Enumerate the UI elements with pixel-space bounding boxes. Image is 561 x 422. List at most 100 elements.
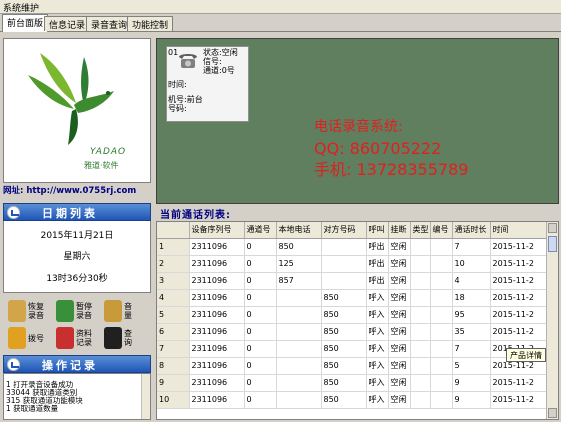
line-card-01[interactable]: 01 状态:空闲 信号: 通道:0号 时间: 机号:前台 号码:: [166, 46, 249, 122]
check-icon: [7, 206, 20, 219]
table-cell: 空闲: [388, 391, 411, 409]
restore-recording-button[interactable]: 恢复录音: [8, 299, 54, 325]
log-scrollbar[interactable]: [141, 374, 150, 419]
column-header[interactable]: 呼叫: [366, 222, 389, 239]
column-header[interactable]: 对方号码: [321, 222, 367, 239]
table-cell: [410, 391, 431, 409]
table-cell: 2015-11-2: [490, 238, 549, 256]
table-cell: [430, 391, 453, 409]
table-cell: [276, 323, 322, 341]
table-cell: [410, 357, 431, 375]
tab-function-control[interactable]: 功能控制: [127, 16, 174, 31]
table-cell: [410, 306, 431, 324]
table-row[interactable]: 1 2311096 0 850 呼出 空闲 7 2015-11-2: [157, 238, 549, 256]
bird-logo-icon: [28, 53, 114, 145]
call-list-table[interactable]: 设备序列号 通道号 本地电话 对方号码 呼叫 挂断 类型 编号 通话时长 时间 …: [156, 221, 559, 420]
column-header[interactable]: 通话时长: [452, 222, 491, 239]
table-scrollbar[interactable]: [546, 222, 558, 419]
query-button[interactable]: 查询: [104, 326, 150, 352]
table-cell: [430, 306, 453, 324]
table-row[interactable]: 8 2311096 0 850 呼入 空闲 5 2015-11-2: [157, 357, 549, 375]
scroll-up-arrow-icon[interactable]: [548, 223, 557, 233]
table-row[interactable]: 9 2311096 0 850 呼入 空闲 9 2015-11-2: [157, 374, 549, 392]
table-cell: 9: [452, 374, 491, 392]
tab-front-panel[interactable]: 前台面版: [2, 14, 49, 32]
row-number: 7: [157, 340, 190, 358]
table-cell: 125: [276, 255, 322, 273]
table-cell: 10: [452, 255, 491, 273]
promo-text: 电话录音系统: QQ: 860705222 手机: 13728355789: [314, 117, 468, 180]
table-cell: 空闲: [388, 238, 411, 256]
table-cell: 2311096: [189, 391, 245, 409]
table-cell: [430, 289, 453, 307]
table-cell: 呼入: [366, 340, 389, 358]
table-row[interactable]: 6 2311096 0 850 呼入 空闲 35 2015-11-2: [157, 323, 549, 341]
pause-recording-button[interactable]: 暂停录音: [56, 299, 102, 325]
row-number: 1: [157, 238, 190, 256]
column-header[interactable]: 时间: [490, 222, 549, 239]
table-cell: 0: [244, 357, 277, 375]
table-cell: [430, 323, 453, 341]
column-header[interactable]: 编号: [430, 222, 453, 239]
column-header[interactable]: 本地电话: [276, 222, 322, 239]
table-cell: [430, 255, 453, 273]
table-cell: 2015-11-2: [490, 323, 549, 341]
website-link[interactable]: 网址: http://www.0755rj.com: [3, 184, 152, 196]
tab-info-records[interactable]: 信息记录: [44, 16, 91, 31]
table-cell: [276, 391, 322, 409]
scroll-down-arrow-icon[interactable]: [548, 408, 557, 418]
table-cell: 2015-11-2: [490, 391, 549, 409]
table-cell: 2311096: [189, 340, 245, 358]
telephone-icon: [179, 54, 197, 68]
dial-button[interactable]: 拨号: [8, 326, 54, 352]
table-cell: 850: [321, 289, 367, 307]
table-row[interactable]: 2 2311096 0 125 呼出 空闲 10 2015-11-2: [157, 255, 549, 273]
table-cell: 850: [321, 357, 367, 375]
table-cell: 850: [321, 391, 367, 409]
column-header[interactable]: 类型: [410, 222, 431, 239]
table-cell: 呼出: [366, 238, 389, 256]
column-header[interactable]: 通道号: [244, 222, 277, 239]
table-cell: [276, 374, 322, 392]
scroll-thumb[interactable]: [548, 236, 557, 252]
row-number: 4: [157, 289, 190, 307]
tab-recording-query[interactable]: 录音查询: [86, 16, 133, 31]
line-time: 时间:: [168, 80, 187, 89]
table-cell: 850: [276, 238, 322, 256]
column-header[interactable]: 设备序列号: [189, 222, 245, 239]
column-header[interactable]: [157, 222, 190, 239]
table-cell: 850: [321, 340, 367, 358]
volume-icon: [104, 300, 122, 322]
table-cell: 2311096: [189, 289, 245, 307]
table-row[interactable]: 3 2311096 0 857 呼出 空闲 4 2015-11-2: [157, 272, 549, 290]
table-row[interactable]: 723110960850呼入空闲72015-11-2: [157, 340, 549, 358]
table-cell: 空闲: [388, 357, 411, 375]
line-monitor-area: 01 状态:空闲 信号: 通道:0号 时间: 机号:前台 号码: 电话录音系统:…: [156, 38, 559, 204]
volume-button[interactable]: 音量: [104, 299, 150, 325]
table-cell: 0: [244, 255, 277, 273]
table-cell: [430, 238, 453, 256]
table-row[interactable]: 10 2311096 0 850 呼入 空闲 9 2015-11-2: [157, 391, 549, 409]
table-cell: 呼入: [366, 323, 389, 341]
table-row[interactable]: 5 2311096 0 850 呼入 空闲 95 2015-11-2: [157, 306, 549, 324]
table-cell: [321, 255, 367, 273]
data-record-button[interactable]: 资料记录: [56, 326, 102, 352]
table-cell: 2311096: [189, 255, 245, 273]
row-number: 5: [157, 306, 190, 324]
table-cell: 空闲: [388, 340, 411, 358]
log-line: 1 获取通道数量: [6, 404, 59, 413]
table-cell: [430, 357, 453, 375]
table-cell: 呼出: [366, 272, 389, 290]
operation-log[interactable]: 1 打开录音设备成功 33044 获取通道类别 315 获取通道功能模块 1 获…: [3, 373, 151, 420]
row-number: 8: [157, 357, 190, 375]
edit-icon: [7, 358, 20, 371]
tool-button-panel: 恢复录音 暂停录音 音量 拨号 资料记录 查询: [3, 296, 151, 354]
table-cell: 0: [244, 391, 277, 409]
table-cell: [410, 323, 431, 341]
column-header[interactable]: 挂断: [388, 222, 411, 239]
table-cell: [410, 374, 431, 392]
table-cell: [276, 357, 322, 375]
table-cell: [410, 340, 431, 358]
row-number: 2: [157, 255, 190, 273]
table-row[interactable]: 4 2311096 0 850 呼入 空闲 18 2015-11-2: [157, 289, 549, 307]
